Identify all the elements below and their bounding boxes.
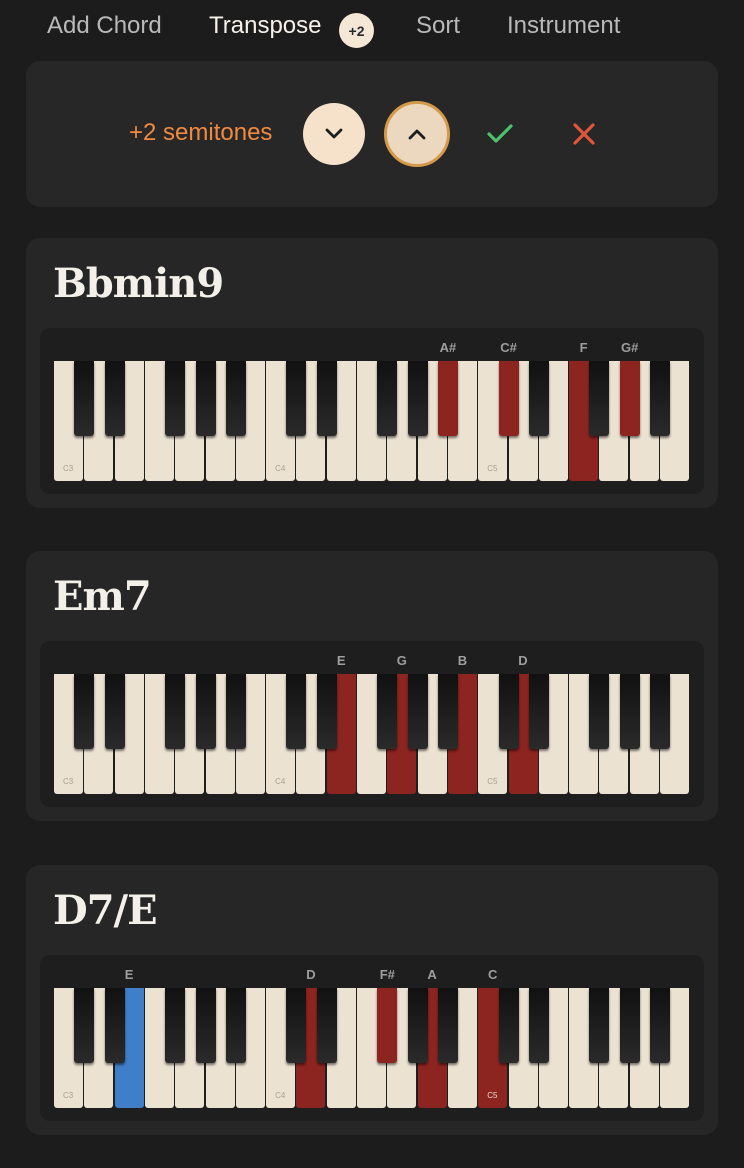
black-key-gsharp4[interactable]	[407, 988, 428, 1063]
black-key-gsharp4[interactable]	[407, 674, 428, 749]
black-key-dsharp3[interactable]	[104, 361, 125, 436]
black-key-csharp5[interactable]	[498, 988, 519, 1063]
note-label: D	[518, 653, 528, 668]
note-label: A	[427, 967, 437, 982]
black-key-gsharp3[interactable]	[195, 361, 216, 436]
cancel-button[interactable]	[564, 114, 604, 154]
chord-card[interactable]: D7/E C3 C4 C5 E D F# A C	[26, 865, 718, 1135]
black-key-asharp3[interactable]	[225, 361, 246, 436]
chord-name: Bbmin9	[53, 260, 224, 307]
octave-label: C5	[487, 1091, 498, 1100]
octave-label: C4	[275, 464, 286, 473]
note-label: A#	[439, 340, 457, 355]
note-label: G	[396, 653, 407, 668]
black-key-gsharp3[interactable]	[195, 988, 216, 1063]
chord-name: Em7	[53, 573, 152, 620]
black-key-gsharp4[interactable]	[407, 361, 428, 436]
black-key-csharp3[interactable]	[74, 988, 95, 1063]
transpose-panel: +2 semitones	[26, 61, 718, 207]
black-key-gsharp3[interactable]	[195, 674, 216, 749]
octave-label: C3	[63, 777, 74, 786]
black-key-dsharp3[interactable]	[104, 674, 125, 749]
note-label: D	[306, 967, 316, 982]
black-key-fsharp5[interactable]	[589, 361, 610, 436]
black-key-csharp5[interactable]	[498, 674, 519, 749]
semitones-label: +2 semitones	[129, 119, 273, 146]
black-key-dsharp5[interactable]	[528, 988, 549, 1063]
black-key-fsharp5[interactable]	[589, 988, 610, 1063]
note-label: C	[487, 967, 498, 982]
octave-label: C3	[63, 1091, 74, 1100]
confirm-button[interactable]	[480, 114, 520, 154]
black-key-csharp4[interactable]	[286, 674, 307, 749]
octave-label: C3	[63, 464, 74, 473]
chevron-down-icon	[325, 128, 343, 139]
black-key-fsharp4[interactable]	[377, 361, 398, 436]
black-key-asharp5[interactable]	[650, 988, 670, 1063]
keyboard-frame: C3 C4 C5 E D F# A C	[40, 955, 704, 1121]
black-key-dsharp4[interactable]	[316, 988, 337, 1063]
note-label: E	[124, 967, 134, 982]
black-key-fsharp3[interactable]	[165, 988, 186, 1063]
transpose-tab[interactable]: Transpose	[209, 12, 322, 40]
black-key-csharp4[interactable]	[286, 361, 307, 436]
black-key-gsharp5[interactable]	[619, 988, 640, 1063]
piano-keyboard: C3 C4 C5	[54, 361, 690, 481]
note-label: C#	[500, 340, 517, 355]
note-label: B	[457, 653, 468, 668]
close-icon	[573, 123, 595, 145]
transpose-up-button[interactable]	[384, 101, 450, 167]
black-key-asharp5[interactable]	[650, 361, 670, 436]
black-key-asharp3[interactable]	[225, 988, 246, 1063]
octave-label: C5	[487, 464, 498, 473]
black-key-dsharp5[interactable]	[528, 674, 549, 749]
keyboard-frame: C3 C4 C5 E G B D	[40, 641, 704, 807]
black-key-asharp5[interactable]	[650, 674, 670, 749]
transpose-badge: +2	[339, 13, 374, 48]
piano-keyboard: C3 C4 C5	[54, 988, 690, 1108]
chord-name: D7/E	[53, 887, 158, 934]
note-label: F	[579, 340, 588, 355]
black-key-asharp4[interactable]	[437, 674, 458, 749]
add-chord-tab[interactable]: Add Chord	[47, 12, 162, 40]
chord-card[interactable]: Em7 C3 C4 C5 E G B D	[26, 551, 718, 821]
black-key-fsharp5[interactable]	[589, 674, 610, 749]
black-key-fsharp4[interactable]	[377, 988, 398, 1063]
black-key-dsharp4[interactable]	[316, 361, 337, 436]
note-label: G#	[621, 340, 639, 355]
black-key-asharp3[interactable]	[225, 674, 246, 749]
chevron-up-icon	[408, 129, 426, 140]
black-key-csharp4[interactable]	[286, 988, 307, 1063]
black-key-dsharp5[interactable]	[528, 361, 549, 436]
black-key-csharp3[interactable]	[74, 674, 95, 749]
black-key-asharp4[interactable]	[437, 988, 458, 1063]
black-key-csharp3[interactable]	[74, 361, 95, 436]
sort-tab[interactable]: Sort	[416, 12, 460, 40]
top-nav: Add Chord Transpose +2 Sort Instrument	[0, 0, 744, 60]
transpose-down-button[interactable]	[303, 103, 365, 165]
black-key-fsharp3[interactable]	[165, 361, 186, 436]
octave-label: C5	[487, 777, 498, 786]
black-key-gsharp5[interactable]	[619, 361, 640, 436]
note-label: F#	[379, 967, 395, 982]
check-icon	[487, 124, 513, 143]
instrument-tab[interactable]: Instrument	[507, 12, 620, 40]
black-key-dsharp4[interactable]	[316, 674, 337, 749]
black-key-csharp5[interactable]	[498, 361, 519, 436]
octave-label: C4	[275, 777, 286, 786]
note-label: E	[336, 653, 346, 668]
black-key-fsharp4[interactable]	[377, 674, 398, 749]
black-key-asharp4[interactable]	[437, 361, 458, 436]
black-key-gsharp5[interactable]	[619, 674, 640, 749]
black-key-fsharp3[interactable]	[165, 674, 186, 749]
black-key-dsharp3[interactable]	[104, 988, 125, 1063]
keyboard-frame: C3 C4 C5 A# C# F G#	[40, 328, 704, 494]
piano-keyboard: C3 C4 C5	[54, 674, 690, 794]
octave-label: C4	[275, 1091, 286, 1100]
chord-card[interactable]: Bbmin9 C3 C4 C5 A# C# F G#	[26, 238, 718, 508]
